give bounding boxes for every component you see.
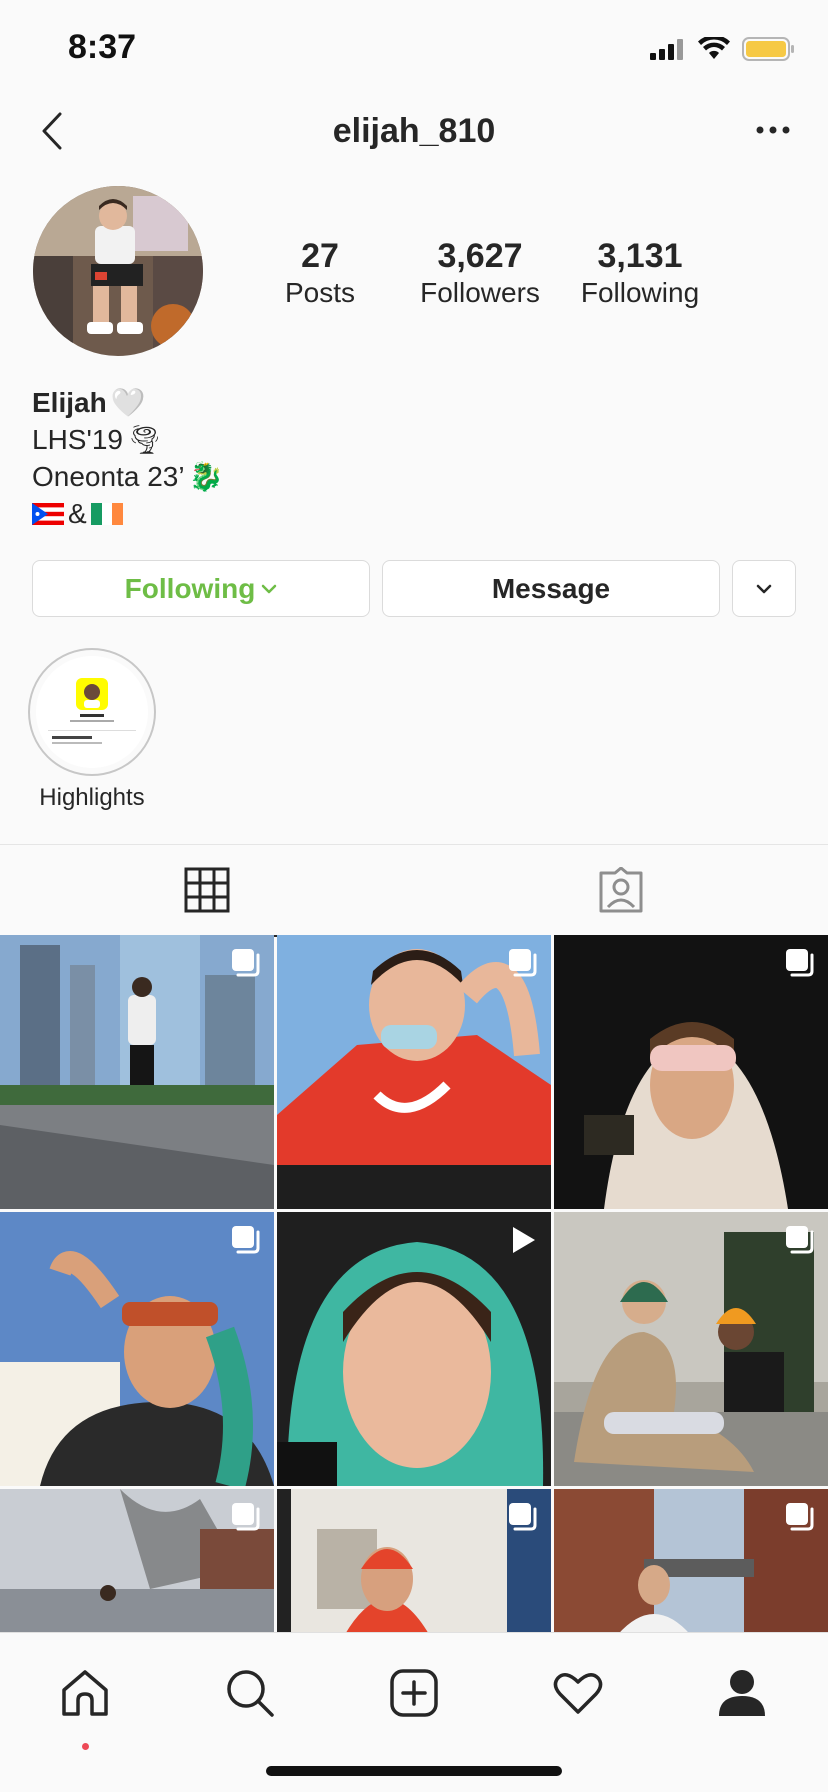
following-button[interactable]: Following bbox=[32, 560, 370, 617]
status-bar: 8:37 bbox=[0, 0, 828, 96]
ellipsis-icon bbox=[756, 126, 790, 134]
carousel-icon bbox=[786, 1226, 814, 1254]
post-thumbnail[interactable] bbox=[554, 1489, 828, 1635]
more-options-button[interactable] bbox=[748, 110, 798, 150]
profile-icon bbox=[719, 1670, 765, 1716]
post-thumbnail[interactable] bbox=[554, 1212, 828, 1486]
cellular-signal-icon bbox=[650, 39, 683, 60]
following-stat[interactable]: 3,131 Following bbox=[560, 236, 720, 310]
grid-icon bbox=[184, 867, 230, 913]
dragon-emoji: 🐉 bbox=[188, 461, 224, 492]
post-thumbnail[interactable] bbox=[554, 935, 828, 1209]
message-button[interactable]: Message bbox=[382, 560, 720, 617]
profile-header: elijah_810 bbox=[0, 96, 828, 168]
nav-activity[interactable] bbox=[548, 1663, 608, 1723]
posts-grid bbox=[0, 935, 828, 1635]
video-play-icon bbox=[513, 1227, 535, 1253]
carousel-icon bbox=[232, 949, 260, 977]
highlight-cover bbox=[36, 656, 148, 768]
bio-line-2: Oneonta 23’ bbox=[32, 461, 185, 492]
highlight-label: Highlights bbox=[39, 784, 145, 811]
carousel-icon bbox=[786, 949, 814, 977]
new-post-icon bbox=[390, 1669, 438, 1717]
tagged-person-icon bbox=[599, 867, 643, 913]
tab-tagged[interactable] bbox=[414, 845, 828, 935]
snapchat-profile-thumbnail bbox=[36, 656, 148, 768]
profile-display-name: Elijah bbox=[32, 387, 107, 418]
profile-avatar[interactable] bbox=[33, 186, 203, 356]
carousel-icon bbox=[232, 1503, 260, 1531]
post-thumbnail[interactable] bbox=[0, 1212, 274, 1486]
profile-stats: 27 Posts 3,627 Followers 3,131 Following bbox=[240, 236, 720, 316]
carousel-icon bbox=[232, 1226, 260, 1254]
home-indicator bbox=[266, 1766, 562, 1776]
followers-label: Followers bbox=[420, 277, 540, 308]
puerto-rico-flag-icon bbox=[32, 502, 64, 525]
post-thumbnail[interactable] bbox=[0, 935, 274, 1209]
posts-stat[interactable]: 27 Posts bbox=[240, 236, 400, 310]
tab-grid[interactable] bbox=[0, 845, 414, 937]
profile-bio: Elijah 🤍 LHS'19 🌪 Oneonta 23’ 🐉 & bbox=[32, 384, 732, 532]
bio-ampersand: & bbox=[68, 498, 87, 529]
home-icon bbox=[62, 1670, 108, 1716]
carousel-icon bbox=[509, 949, 537, 977]
status-time: 8:37 bbox=[68, 28, 137, 66]
posts-count: 27 bbox=[301, 237, 339, 275]
bio-line-1: LHS'19 bbox=[32, 424, 123, 455]
post-thumbnail[interactable] bbox=[0, 1489, 274, 1635]
followers-stat[interactable]: 3,627 Followers bbox=[400, 236, 560, 310]
avatar-photo bbox=[33, 186, 203, 356]
home-notification-dot bbox=[82, 1743, 89, 1750]
heart-icon bbox=[553, 1673, 603, 1714]
chevron-down-icon bbox=[756, 584, 772, 593]
tornado-emoji: 🌪 bbox=[126, 424, 163, 455]
carousel-icon bbox=[786, 1503, 814, 1531]
story-highlight[interactable] bbox=[28, 648, 156, 776]
following-count: 3,131 bbox=[597, 237, 683, 275]
following-label: Following bbox=[580, 277, 700, 308]
post-thumbnail[interactable] bbox=[277, 1212, 551, 1486]
carousel-icon bbox=[509, 1503, 537, 1531]
wifi-icon bbox=[698, 37, 730, 59]
chevron-down-icon bbox=[262, 584, 277, 593]
followers-count: 3,627 bbox=[437, 237, 523, 275]
nav-new-post[interactable] bbox=[384, 1663, 444, 1723]
nav-search[interactable] bbox=[220, 1663, 280, 1723]
battery-icon bbox=[742, 37, 794, 61]
nav-profile[interactable] bbox=[712, 1663, 772, 1723]
following-button-label: Following bbox=[124, 572, 256, 604]
posts-label: Posts bbox=[284, 277, 356, 308]
ireland-flag-icon bbox=[90, 502, 123, 525]
search-icon bbox=[227, 1670, 274, 1717]
nav-home[interactable] bbox=[55, 1663, 115, 1723]
profile-tabs bbox=[0, 844, 828, 937]
post-thumbnail[interactable] bbox=[277, 1489, 551, 1635]
suggested-accounts-button[interactable] bbox=[732, 560, 796, 617]
white-heart-emoji: 🤍 bbox=[110, 387, 146, 418]
post-thumbnail[interactable] bbox=[277, 935, 551, 1209]
message-button-label: Message bbox=[491, 572, 611, 604]
profile-username: elijah_810 bbox=[332, 112, 496, 150]
